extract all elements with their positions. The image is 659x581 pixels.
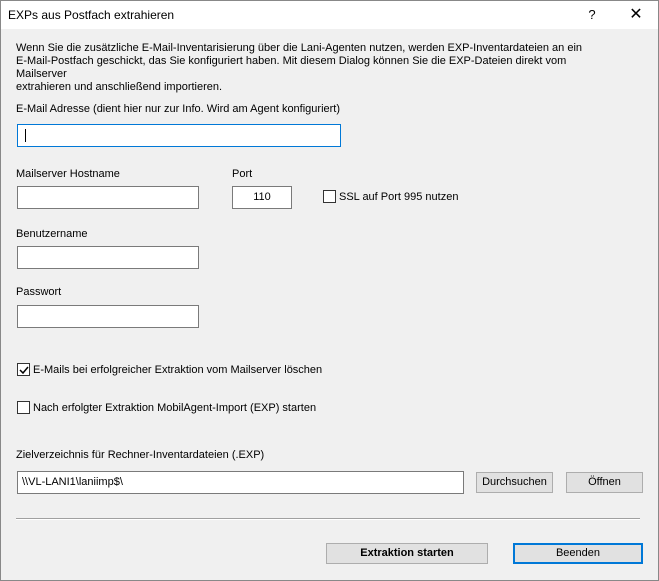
port-value: 110	[253, 191, 271, 203]
separator	[16, 518, 640, 520]
username-field[interactable]	[17, 246, 199, 269]
intro-line-3: extrahieren und anschließend importieren…	[16, 81, 223, 93]
delete-mails-checkbox[interactable]	[17, 363, 30, 376]
mailserver-field[interactable]	[17, 186, 199, 209]
text-caret	[25, 129, 26, 142]
intro-text: Wenn Sie die zusätzliche E-Mail-Inventar…	[16, 42, 616, 94]
delete-mails-label: E-Mails bei erfolgreicher Extraktion vom…	[33, 364, 323, 376]
port-field[interactable]: 110	[232, 186, 292, 209]
intro-line-2: E-Mail-Postfach geschickt, das Sie konfi…	[16, 55, 567, 80]
target-dir-field[interactable]: \\VL-LANI1\laniimp$\	[17, 471, 464, 494]
password-label: Passwort	[16, 286, 62, 298]
password-field[interactable]	[17, 305, 199, 328]
ssl-checkbox[interactable]	[323, 190, 336, 203]
close-button[interactable]: ✕	[614, 1, 658, 29]
ssl-label: SSL auf Port 995 nutzen	[339, 191, 459, 203]
target-dir-value: \\VL-LANI1\laniimp$\	[22, 476, 123, 488]
help-button[interactable]: ?	[570, 1, 614, 29]
browse-button[interactable]: Durchsuchen	[476, 472, 553, 493]
window-title: EXPs aus Postfach extrahieren	[8, 8, 175, 22]
intro-line-1: Wenn Sie die zusätzliche E-Mail-Inventar…	[16, 42, 583, 54]
email-field[interactable]	[17, 124, 341, 147]
mobil-import-label: Nach erfolgter Extraktion MobilAgent-Imp…	[33, 402, 317, 414]
exit-button[interactable]: Beenden	[513, 543, 643, 564]
mobil-import-checkbox[interactable]	[17, 401, 30, 414]
email-label: E-Mail Adresse (dient hier nur zur Info.…	[16, 103, 341, 115]
mailserver-label: Mailserver Hostname	[16, 168, 120, 180]
checkmark-icon	[19, 366, 29, 375]
target-dir-label: Zielverzeichnis für Rechner-Inventardate…	[16, 449, 265, 461]
dialog-window: EXPs aus Postfach extrahieren ? ✕ Wenn S…	[0, 0, 659, 581]
title-bar: EXPs aus Postfach extrahieren ? ✕	[1, 1, 658, 29]
username-label: Benutzername	[16, 228, 88, 240]
open-button[interactable]: Öffnen	[566, 472, 643, 493]
start-extraction-button[interactable]: Extraktion starten	[326, 543, 488, 564]
port-label: Port	[232, 168, 253, 180]
